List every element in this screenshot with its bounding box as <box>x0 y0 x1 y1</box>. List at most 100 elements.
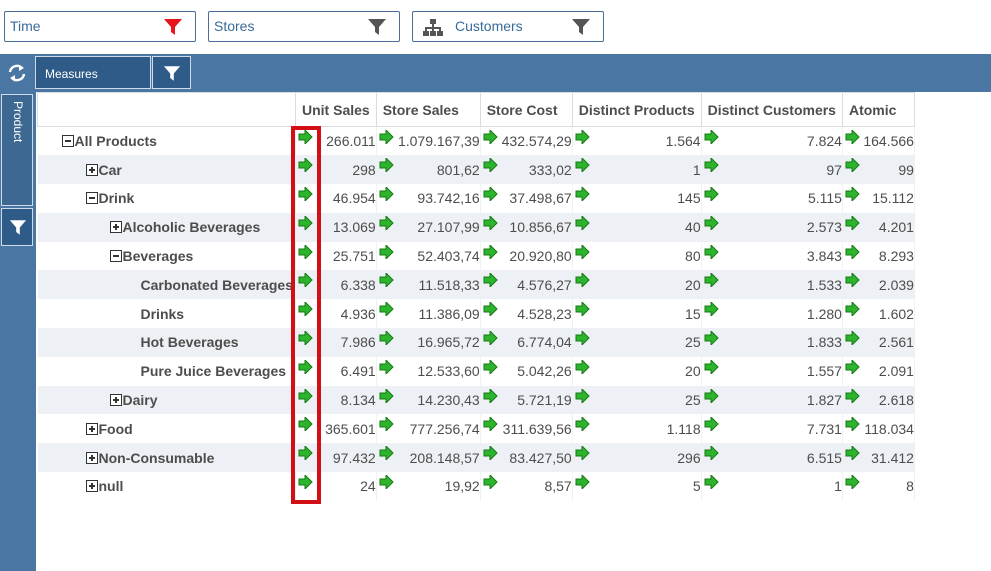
expand-icon[interactable] <box>109 394 122 407</box>
drillthrough-arrow-icon[interactable] <box>483 215 498 230</box>
drillthrough-arrow-icon[interactable] <box>575 187 590 202</box>
drillthrough-arrow-icon[interactable] <box>298 302 313 317</box>
drillthrough-arrow-icon[interactable] <box>379 187 394 202</box>
drillthrough-arrow-icon[interactable] <box>298 130 313 144</box>
drillthrough-arrow-icon[interactable] <box>298 158 313 173</box>
drillthrough-arrow-icon[interactable] <box>298 475 313 490</box>
swap-axes-icon[interactable] <box>6 63 28 83</box>
drillthrough-arrow-icon[interactable] <box>483 273 498 288</box>
drillthrough-arrow-icon[interactable] <box>704 244 719 259</box>
drillthrough-arrow-icon[interactable] <box>379 475 394 490</box>
drillthrough-arrow-icon[interactable] <box>704 273 719 288</box>
collapse-icon[interactable] <box>109 250 122 263</box>
drillthrough-arrow-icon[interactable] <box>845 244 860 259</box>
drillthrough-arrow-icon[interactable] <box>483 158 498 173</box>
drillthrough-arrow-icon[interactable] <box>575 446 590 461</box>
drillthrough-arrow-icon[interactable] <box>575 388 590 403</box>
drillthrough-arrow-icon[interactable] <box>379 417 394 432</box>
drillthrough-arrow-icon[interactable] <box>379 302 394 317</box>
collapse-icon[interactable] <box>85 192 98 205</box>
drillthrough-arrow-icon[interactable] <box>845 475 860 490</box>
product-dimension-tab[interactable]: Product <box>1 94 33 206</box>
drillthrough-arrow-icon[interactable] <box>704 302 719 317</box>
column-header-unit-sales[interactable]: Unit Sales <box>295 92 377 127</box>
drillthrough-arrow-icon[interactable] <box>379 215 394 230</box>
drillthrough-arrow-icon[interactable] <box>379 388 394 403</box>
drillthrough-arrow-icon[interactable] <box>845 446 860 461</box>
drillthrough-arrow-icon[interactable] <box>704 417 719 432</box>
drillthrough-arrow-icon[interactable] <box>298 331 313 346</box>
drillthrough-arrow-icon[interactable] <box>379 331 394 346</box>
drillthrough-arrow-icon[interactable] <box>704 187 719 202</box>
drillthrough-arrow-icon[interactable] <box>379 359 394 374</box>
drillthrough-arrow-icon[interactable] <box>845 388 860 403</box>
drillthrough-arrow-icon[interactable] <box>845 187 860 202</box>
drillthrough-arrow-icon[interactable] <box>483 388 498 403</box>
drillthrough-arrow-icon[interactable] <box>379 130 394 144</box>
drillthrough-arrow-icon[interactable] <box>298 359 313 374</box>
measures-button[interactable]: Measures <box>35 56 151 89</box>
drillthrough-arrow-icon[interactable] <box>704 446 719 461</box>
expand-icon[interactable] <box>85 480 98 493</box>
drillthrough-arrow-icon[interactable] <box>704 130 719 144</box>
drillthrough-arrow-icon[interactable] <box>298 244 313 259</box>
expand-icon[interactable] <box>109 221 122 234</box>
drillthrough-arrow-icon[interactable] <box>483 359 498 374</box>
drillthrough-arrow-icon[interactable] <box>575 244 590 259</box>
drillthrough-arrow-icon[interactable] <box>483 446 498 461</box>
drillthrough-arrow-icon[interactable] <box>845 130 860 144</box>
drillthrough-arrow-icon[interactable] <box>575 273 590 288</box>
drillthrough-arrow-icon[interactable] <box>575 215 590 230</box>
customers-filter[interactable]: Customers <box>412 11 604 42</box>
drillthrough-arrow-icon[interactable] <box>704 331 719 346</box>
drillthrough-arrow-icon[interactable] <box>575 130 590 144</box>
funnel-icon[interactable] <box>163 18 183 36</box>
measures-filter-button[interactable] <box>152 56 191 89</box>
drillthrough-arrow-icon[interactable] <box>298 215 313 230</box>
drillthrough-arrow-icon[interactable] <box>483 130 498 144</box>
expand-icon[interactable] <box>85 422 98 435</box>
stores-filter[interactable]: Stores <box>208 11 400 42</box>
drillthrough-arrow-icon[interactable] <box>483 244 498 259</box>
product-filter-button[interactable] <box>1 208 33 246</box>
funnel-icon[interactable] <box>367 18 387 36</box>
drillthrough-arrow-icon[interactable] <box>845 359 860 374</box>
drillthrough-arrow-icon[interactable] <box>575 302 590 317</box>
drillthrough-arrow-icon[interactable] <box>845 273 860 288</box>
drillthrough-arrow-icon[interactable] <box>704 388 719 403</box>
drillthrough-arrow-icon[interactable] <box>704 158 719 173</box>
drillthrough-arrow-icon[interactable] <box>298 273 313 288</box>
drillthrough-arrow-icon[interactable] <box>845 331 860 346</box>
drillthrough-arrow-icon[interactable] <box>845 302 860 317</box>
drillthrough-arrow-icon[interactable] <box>483 475 498 490</box>
column-header-distinct-customers[interactable]: Distinct Customers <box>700 92 843 127</box>
drillthrough-arrow-icon[interactable] <box>845 158 860 173</box>
drillthrough-arrow-icon[interactable] <box>298 446 313 461</box>
drillthrough-arrow-icon[interactable] <box>704 359 719 374</box>
funnel-icon[interactable] <box>571 18 591 36</box>
drillthrough-arrow-icon[interactable] <box>298 417 313 432</box>
drillthrough-arrow-icon[interactable] <box>379 244 394 259</box>
drillthrough-arrow-icon[interactable] <box>298 388 313 403</box>
drillthrough-arrow-icon[interactable] <box>845 417 860 432</box>
collapse-icon[interactable] <box>61 135 74 148</box>
drillthrough-arrow-icon[interactable] <box>845 215 860 230</box>
drillthrough-arrow-icon[interactable] <box>575 475 590 490</box>
drillthrough-arrow-icon[interactable] <box>483 302 498 317</box>
column-header-store-cost[interactable]: Store Cost <box>479 92 573 127</box>
drillthrough-arrow-icon[interactable] <box>575 417 590 432</box>
expand-icon[interactable] <box>85 451 98 464</box>
column-header-store-sales[interactable]: Store Sales <box>375 92 481 127</box>
drillthrough-arrow-icon[interactable] <box>483 417 498 432</box>
column-header-distinct-products[interactable]: Distinct Products <box>571 92 702 127</box>
drillthrough-arrow-icon[interactable] <box>575 359 590 374</box>
drillthrough-arrow-icon[interactable] <box>704 475 719 490</box>
expand-icon[interactable] <box>85 163 98 176</box>
drillthrough-arrow-icon[interactable] <box>483 331 498 346</box>
drillthrough-arrow-icon[interactable] <box>704 215 719 230</box>
drillthrough-arrow-icon[interactable] <box>379 158 394 173</box>
drillthrough-arrow-icon[interactable] <box>575 158 590 173</box>
drillthrough-arrow-icon[interactable] <box>483 187 498 202</box>
column-header-atomic[interactable]: Atomic <box>841 92 915 127</box>
drillthrough-arrow-icon[interactable] <box>298 187 313 202</box>
